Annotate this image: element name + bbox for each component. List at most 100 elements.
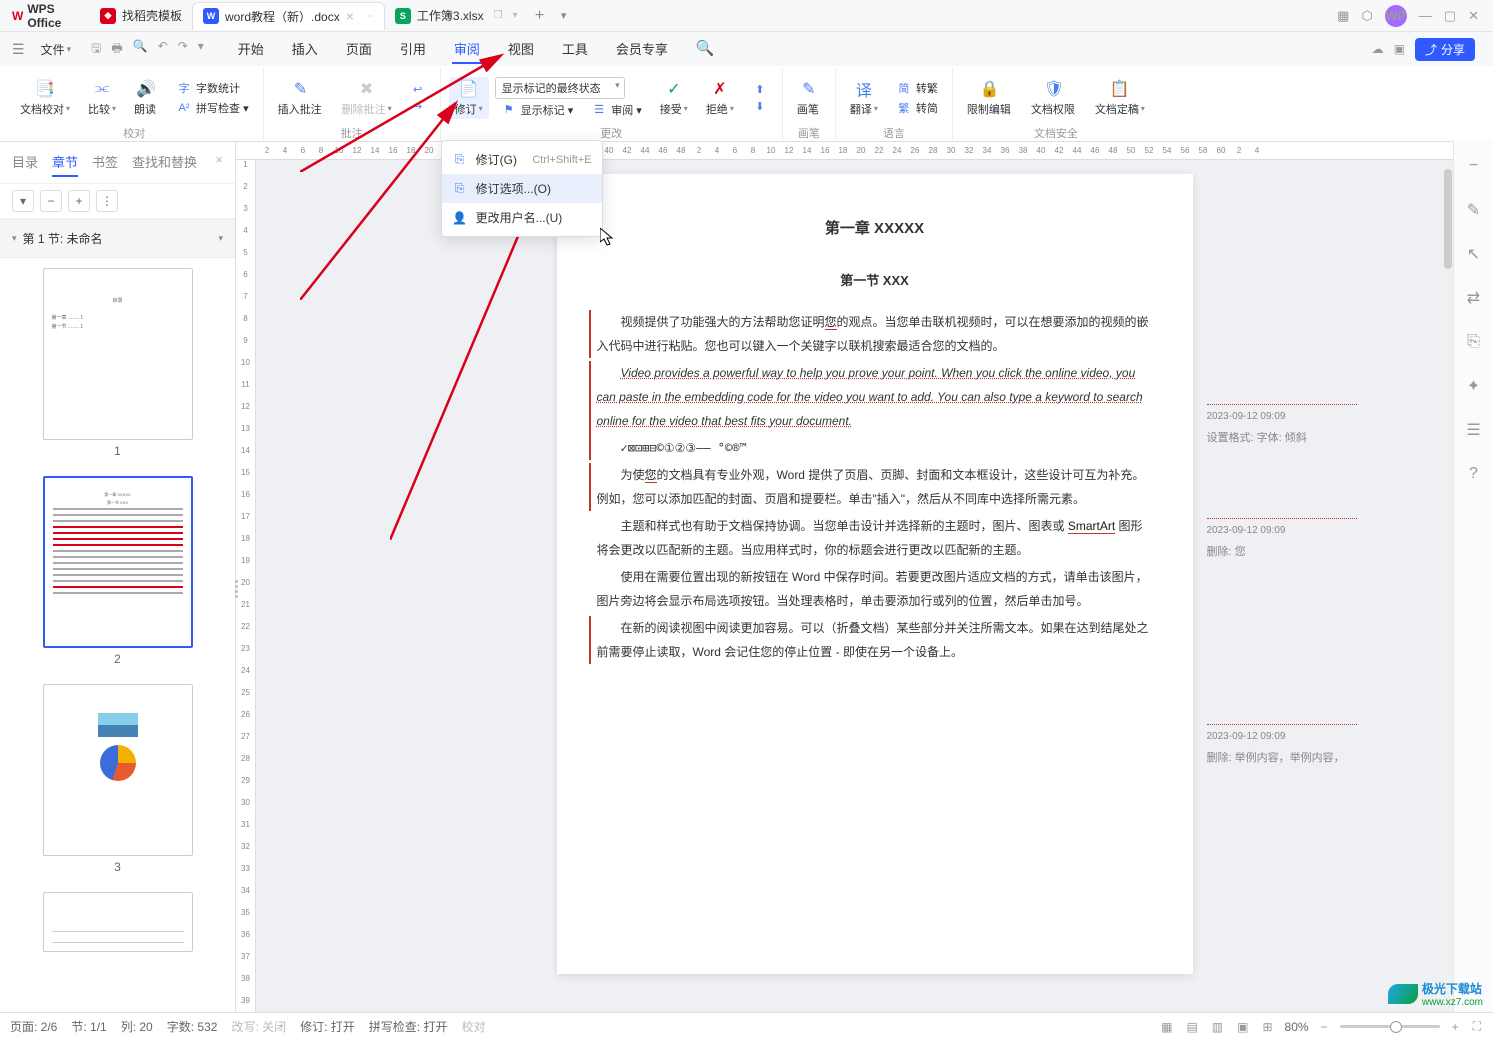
- menu-item-revision-options[interactable]: ⎘ 修订选项...(O): [442, 174, 602, 203]
- hamburger-icon[interactable]: ☰: [8, 41, 29, 58]
- navpane-tab-sections[interactable]: 章节: [52, 152, 78, 177]
- redo-icon[interactable]: ↷: [178, 39, 188, 60]
- delete-comment-button[interactable]: ✖删除批注: [336, 77, 398, 119]
- navpane-tab-toc[interactable]: 目录: [12, 152, 38, 177]
- minimize-button[interactable]: —: [1419, 8, 1432, 23]
- rt-pen-icon[interactable]: ✎: [1462, 198, 1486, 222]
- prev-change-button[interactable]: ⬆: [746, 82, 774, 97]
- expand-icon[interactable]: ❐: [494, 10, 503, 21]
- tab-template-store[interactable]: ◆ 找稻壳模板: [90, 2, 192, 30]
- section-header[interactable]: 第 1 节: 未命名: [0, 219, 235, 258]
- revision-comment-1[interactable]: 2023-09-12 09:09 设置格式: 字体: 倾斜: [1207, 404, 1357, 449]
- pen-button[interactable]: ✎画笔: [791, 77, 827, 119]
- save-icon[interactable]: 🖫: [91, 39, 101, 60]
- expand-icon[interactable]: ⋯: [364, 11, 374, 22]
- navpane-tab-bookmarks[interactable]: 书签: [92, 152, 118, 177]
- navpane-tool-remove[interactable]: −: [40, 190, 62, 212]
- view-page-icon[interactable]: ▦: [1159, 1020, 1174, 1034]
- document-scroll[interactable]: 第一章 XXXXX 第一节 XXX 视频提供了功能强大的方法帮助您证明您的观点。…: [256, 160, 1493, 1012]
- avatar[interactable]: WP: [1385, 5, 1407, 27]
- status-revision[interactable]: 修订: 打开: [300, 1018, 355, 1035]
- tab-spreadsheet[interactable]: S 工作簿3.xlsx ❐ ▾: [385, 2, 528, 30]
- horizontal-ruler[interactable]: 2468101214161820222426283032343638404244…: [236, 142, 1493, 160]
- rt-list-icon[interactable]: ☰: [1462, 418, 1486, 442]
- cloud-icon[interactable]: ☁: [1372, 42, 1384, 56]
- status-word-count[interactable]: 字数: 532: [167, 1018, 218, 1035]
- rt-help-icon[interactable]: ?: [1462, 462, 1486, 486]
- navpane-tool-add[interactable]: +: [68, 190, 90, 212]
- zoom-slider[interactable]: [1340, 1025, 1440, 1028]
- insert-comment-button[interactable]: ✎插入批注: [272, 77, 330, 119]
- restrict-edit-button[interactable]: 🔒限制编辑: [961, 77, 1019, 119]
- navpane-tool-dropdown[interactable]: ▾: [12, 190, 34, 212]
- to-simplified-button[interactable]: 繁转简: [890, 99, 944, 117]
- menu-tab-insert[interactable]: 插入: [290, 35, 320, 64]
- zoom-value[interactable]: 80%: [1285, 1020, 1309, 1034]
- translate-button[interactable]: 译翻译: [844, 77, 884, 119]
- preview-icon[interactable]: 🔍: [133, 39, 148, 60]
- review-pane-button[interactable]: ☰审阅 ▾: [585, 101, 648, 119]
- zoom-out-button[interactable]: −: [1319, 1020, 1330, 1034]
- thumbnail-4[interactable]: [43, 892, 193, 952]
- menu-tab-view[interactable]: 视图: [506, 35, 536, 64]
- zoom-in-button[interactable]: +: [1450, 1020, 1461, 1034]
- document-page[interactable]: 第一章 XXXXX 第一节 XXX 视频提供了功能强大的方法帮助您证明您的观点。…: [557, 174, 1193, 974]
- status-column[interactable]: 列: 20: [121, 1018, 153, 1035]
- share-button[interactable]: ⤴ 分享: [1415, 38, 1475, 61]
- undo-icon[interactable]: ↶: [158, 39, 168, 60]
- navpane-tool-more[interactable]: ⋮: [96, 190, 118, 212]
- window-close-button[interactable]: ✕: [1468, 8, 1479, 24]
- pane-resize-handle[interactable]: [232, 577, 240, 601]
- search-icon[interactable]: 🔍: [694, 35, 717, 64]
- menu-tab-page[interactable]: 页面: [344, 35, 374, 64]
- word-count-button[interactable]: 字字数统计: [170, 79, 255, 97]
- status-spellcheck[interactable]: 拼写检查: 打开: [369, 1018, 448, 1035]
- next-comment-button[interactable]: ↪: [404, 99, 432, 114]
- thumbnail-3[interactable]: [43, 684, 193, 856]
- print-icon[interactable]: 🖶: [111, 39, 122, 60]
- rt-zoom-out-icon[interactable]: −: [1462, 154, 1486, 178]
- next-change-button[interactable]: ⬇: [746, 99, 774, 114]
- markup-view-dropdown[interactable]: 显示标记的最终状态: [495, 77, 625, 99]
- doc-finalize-button[interactable]: 📋文档定稿: [1089, 77, 1151, 119]
- thumbnail-1[interactable]: 目录第一章 ........ 1第一节 ........ 1: [43, 268, 193, 440]
- revision-comment-2[interactable]: 2023-09-12 09:09 删除: 您: [1207, 518, 1357, 563]
- rt-cursor-icon[interactable]: ↖: [1462, 242, 1486, 266]
- menu-item-change-username[interactable]: 👤 更改用户名...(U): [442, 203, 602, 232]
- rt-swap-icon[interactable]: ⇄: [1462, 286, 1486, 310]
- status-page[interactable]: 页面: 2/6: [10, 1018, 57, 1035]
- status-overwrite[interactable]: 改写: 关闭: [231, 1018, 286, 1035]
- collapse-ribbon-icon[interactable]: ▣: [1394, 42, 1405, 56]
- revision-comment-3[interactable]: 2023-09-12 09:09 删除: 举例内容，举例内容，: [1207, 724, 1357, 769]
- rt-copy-icon[interactable]: ⎘: [1462, 330, 1486, 354]
- menu-tab-tools[interactable]: 工具: [560, 35, 590, 64]
- rt-effects-icon[interactable]: ✦: [1462, 374, 1486, 398]
- to-traditional-button[interactable]: 简转繁: [890, 79, 944, 97]
- view-read-icon[interactable]: ▣: [1235, 1020, 1250, 1034]
- compare-button[interactable]: ⫘比较: [82, 77, 122, 119]
- navpane-tab-search[interactable]: 查找和替换: [132, 152, 197, 177]
- status-proof[interactable]: 校对: [461, 1018, 485, 1035]
- thumbnail-2[interactable]: 第一章 XXXXX 第一节 XXX: [43, 476, 193, 648]
- fit-icon[interactable]: ⛶: [1471, 1019, 1483, 1034]
- menu-item-track-changes[interactable]: ⎘ 修订(G) Ctrl+Shift+E: [442, 145, 602, 174]
- accept-button[interactable]: ✓接受: [654, 77, 694, 119]
- prev-comment-button[interactable]: ↩: [404, 82, 432, 97]
- file-menu[interactable]: 文件: [35, 39, 78, 60]
- reject-button[interactable]: ✗拒绝: [700, 77, 740, 119]
- tab-list-dropdown[interactable]: ▾: [552, 9, 576, 22]
- new-tab-button[interactable]: +: [528, 7, 552, 25]
- menu-tab-member[interactable]: 会员专享: [614, 35, 670, 64]
- grid-icon[interactable]: ⊞: [1260, 1020, 1274, 1034]
- menu-tab-review[interactable]: 审阅: [452, 35, 482, 64]
- view-outline-icon[interactable]: ▤: [1184, 1020, 1199, 1034]
- status-section[interactable]: 节: 1/1: [71, 1018, 106, 1035]
- menu-tab-home[interactable]: 开始: [236, 35, 266, 64]
- show-markup-button[interactable]: ⚑显示标记 ▾: [495, 101, 580, 119]
- tab-word-doc[interactable]: W word教程（新）.docx × ⋯: [192, 2, 385, 30]
- qat-dropdown-icon[interactable]: ▾: [198, 39, 204, 60]
- doc-proof-button[interactable]: 📑文档校对: [14, 77, 76, 119]
- menu-tab-references[interactable]: 引用: [398, 35, 428, 64]
- vertical-scrollbar[interactable]: [1443, 165, 1453, 1006]
- view-web-icon[interactable]: ▥: [1210, 1020, 1225, 1034]
